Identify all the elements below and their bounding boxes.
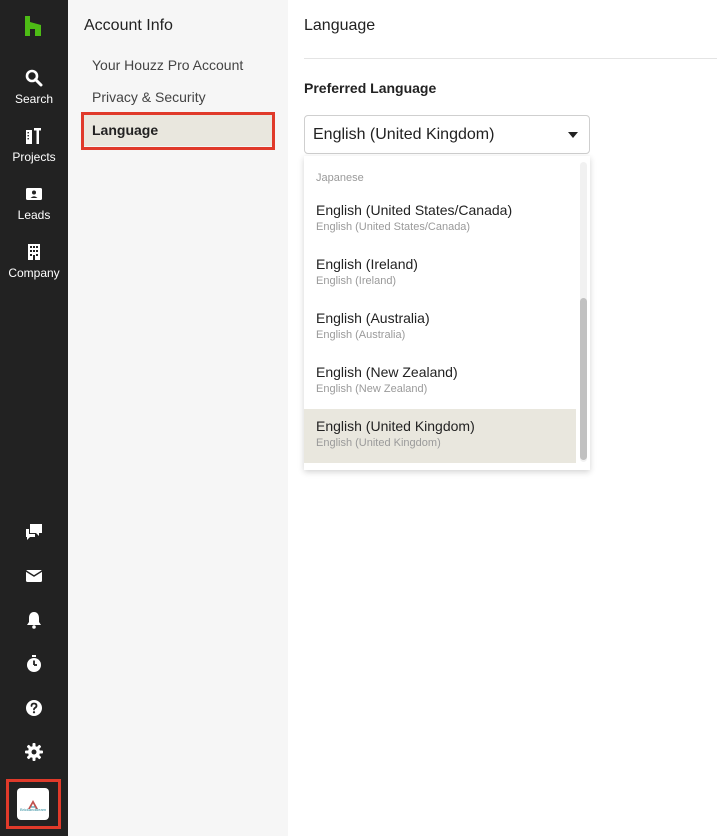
selected-language-value: English (United Kingdom)	[313, 125, 495, 143]
company-logo-icon	[28, 796, 38, 809]
company-logo-text: BrickandBeam	[19, 807, 46, 812]
left-nav: Search Projects Leads Company BrickandBe…	[0, 0, 68, 836]
help-icon[interactable]	[24, 698, 44, 718]
option-native-name: English (United States/Canada)	[316, 221, 471, 233]
preferred-language-label: Preferred Language	[304, 80, 437, 96]
nav-item-label: Projects	[12, 150, 56, 164]
dropdown-scrollbar-thumb[interactable]	[580, 298, 587, 460]
option-label: English (United States/Canada)	[316, 202, 513, 218]
subnav-title: Account Info	[84, 17, 173, 34]
divider	[304, 58, 717, 59]
search-icon	[25, 69, 43, 87]
page-title: Language	[304, 17, 376, 34]
houzz-logo-icon[interactable]	[24, 16, 42, 36]
messages-icon[interactable]	[24, 522, 44, 542]
caret-down-icon	[568, 132, 578, 138]
leads-icon	[25, 185, 43, 203]
bell-icon[interactable]	[24, 610, 44, 630]
subnav-item-houzz-pro-account[interactable]: Your Houzz Pro Account	[82, 49, 272, 81]
nav-item-label: Leads	[17, 208, 51, 222]
option-native-name: Japanese	[316, 172, 364, 184]
nav-item-leads[interactable]: Leads	[0, 185, 68, 222]
language-option-japanese[interactable]: Japanese	[304, 172, 576, 184]
language-highlight-outline	[81, 112, 275, 150]
nav-item-projects[interactable]: Projects	[0, 127, 68, 164]
company-icon	[25, 243, 43, 261]
language-option-en-ie[interactable]: English (Ireland) English (Ireland)	[304, 256, 576, 310]
projects-icon	[25, 127, 43, 145]
nav-item-label: Search	[14, 92, 54, 106]
option-label: English (United Kingdom)	[316, 418, 475, 434]
option-native-name: English (United Kingdom)	[316, 437, 441, 449]
avatar[interactable]: BrickandBeam	[17, 788, 49, 820]
option-label: English (New Zealand)	[316, 364, 458, 380]
inbox-icon[interactable]	[24, 566, 44, 586]
language-option-en-au[interactable]: English (Australia) English (Australia)	[304, 310, 576, 364]
nav-item-search[interactable]: Search	[0, 69, 68, 106]
language-dropdown-menu: Japanese English (United States/Canada) …	[304, 156, 590, 470]
option-label: English (Ireland)	[316, 256, 418, 272]
language-option-en-gb[interactable]: English (United Kingdom) English (United…	[304, 409, 576, 463]
option-native-name: English (New Zealand)	[316, 383, 428, 395]
option-native-name: English (Ireland)	[316, 275, 397, 287]
option-native-name: English (Australia)	[316, 329, 406, 341]
language-option-en-us-ca[interactable]: English (United States/Canada) English (…	[304, 202, 576, 256]
nav-item-label: Company	[8, 266, 60, 280]
main-content: Language Preferred Language English (Uni…	[288, 0, 717, 836]
subnav-item-privacy-security[interactable]: Privacy & Security	[82, 81, 272, 113]
timer-icon[interactable]	[24, 654, 44, 674]
language-select[interactable]: English (United Kingdom)	[304, 115, 590, 154]
nav-item-company[interactable]: Company	[0, 243, 68, 280]
option-label: English (Australia)	[316, 310, 430, 326]
gear-icon[interactable]	[24, 742, 44, 762]
